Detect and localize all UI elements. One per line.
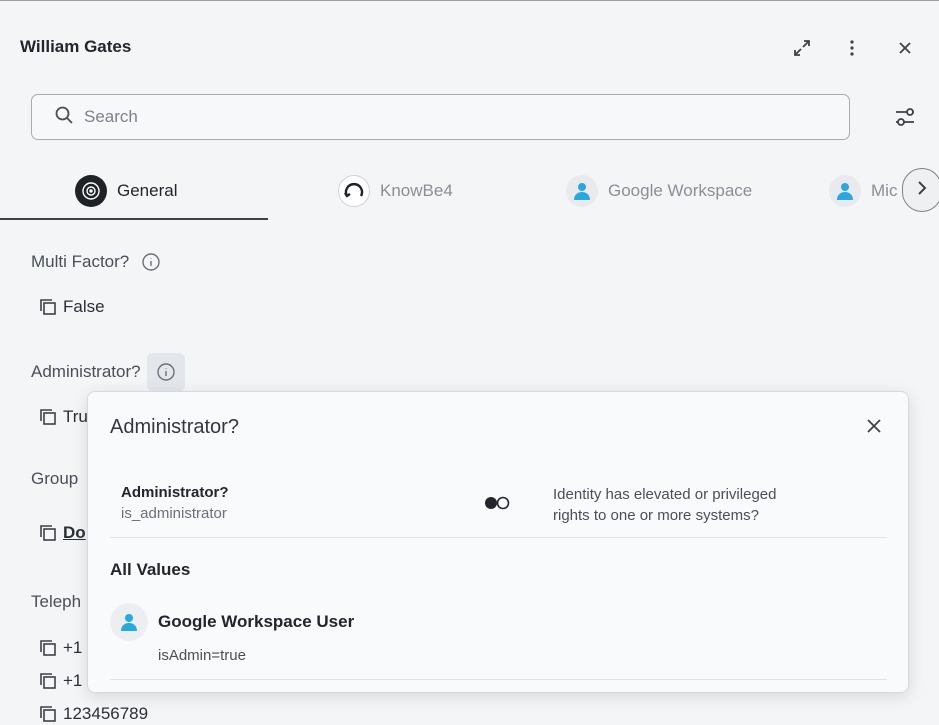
field-value-text: +1 (63, 638, 83, 657)
field-label-text: Multi Factor? (31, 252, 130, 271)
info-icon[interactable] (146, 353, 185, 391)
close-icon[interactable] (891, 34, 919, 62)
field-label-group: Group (31, 469, 78, 489)
attribute-description: Identity has elevated or privileged righ… (553, 484, 853, 526)
tab-microsoft[interactable]: Mic (829, 171, 897, 211)
divider (110, 537, 887, 538)
source-name: Google Workspace User (158, 612, 355, 631)
user-icon (566, 175, 598, 207)
panel-title: William Gates (20, 37, 132, 56)
field-value-text: Tru (63, 407, 88, 426)
field-value-link[interactable]: Do (63, 523, 86, 543)
copy-icon[interactable] (37, 296, 59, 318)
tabs-next-button[interactable] (902, 168, 939, 212)
field-value-multi-factor: False (37, 296, 105, 318)
field-value-telephone: +1 (37, 670, 82, 692)
user-icon (110, 603, 148, 641)
target-icon (75, 175, 107, 207)
expand-icon[interactable] (788, 34, 816, 62)
field-label-telephone: Teleph (31, 592, 81, 612)
attribute-info-popover: Administrator? Administrator? is_adminis… (87, 391, 909, 693)
field-value-group[interactable]: Do (37, 522, 86, 544)
divider (110, 679, 887, 680)
copy-icon[interactable] (37, 703, 59, 725)
field-value-text: +1 (63, 671, 83, 690)
tab-label: Mic (871, 181, 898, 200)
tab-label: General (117, 181, 178, 200)
copy-icon[interactable] (37, 522, 59, 544)
field-value-text: 123456789 (63, 704, 149, 723)
copy-icon[interactable] (37, 637, 59, 659)
field-label-text: Teleph (31, 592, 82, 611)
copy-icon[interactable] (37, 406, 59, 428)
field-label-multi-factor: Multi Factor? (31, 250, 163, 274)
field-value-text: False (63, 297, 105, 316)
tab-label: Google Workspace (608, 181, 753, 200)
copy-icon[interactable] (37, 670, 59, 692)
info-icon[interactable] (139, 250, 163, 274)
field-label-administrator: Administrator? (31, 353, 185, 391)
description-line: rights to one or more systems? (553, 507, 759, 524)
tab-bar: General KnowBe4 Google Workspace Mic (0, 161, 905, 221)
tab-general[interactable]: General (75, 171, 177, 211)
all-values-heading: All Values (110, 560, 191, 579)
close-icon[interactable] (860, 412, 888, 440)
field-value-telephone: +1 (37, 637, 82, 659)
field-label-text: Group (31, 469, 79, 488)
tab-google-workspace[interactable]: Google Workspace (566, 171, 752, 211)
more-options-icon[interactable] (838, 34, 866, 62)
source-value: isAdmin=true (158, 647, 246, 664)
description-line: Identity has elevated or privileged (553, 486, 777, 503)
field-value-telephone: 123456789 (37, 703, 148, 725)
search-input[interactable] (84, 107, 784, 127)
field-label-text: Administrator? (31, 362, 141, 381)
active-tab-indicator (0, 218, 268, 220)
search-box (31, 94, 850, 140)
tab-label: KnowBe4 (380, 181, 453, 200)
tab-knowbe4[interactable]: KnowBe4 (338, 171, 453, 211)
search-icon (54, 105, 74, 130)
attribute-key: is_administrator (121, 505, 227, 522)
attribute-name: Administrator? (121, 484, 229, 501)
knowbe4-icon (338, 175, 370, 207)
boolean-type-icon (483, 495, 513, 516)
user-icon (829, 175, 861, 207)
chevron-right-icon (915, 179, 929, 202)
popover-title: Administrator? (110, 416, 239, 438)
filter-settings-icon[interactable] (890, 102, 920, 132)
field-value-administrator: Tru (37, 406, 88, 428)
